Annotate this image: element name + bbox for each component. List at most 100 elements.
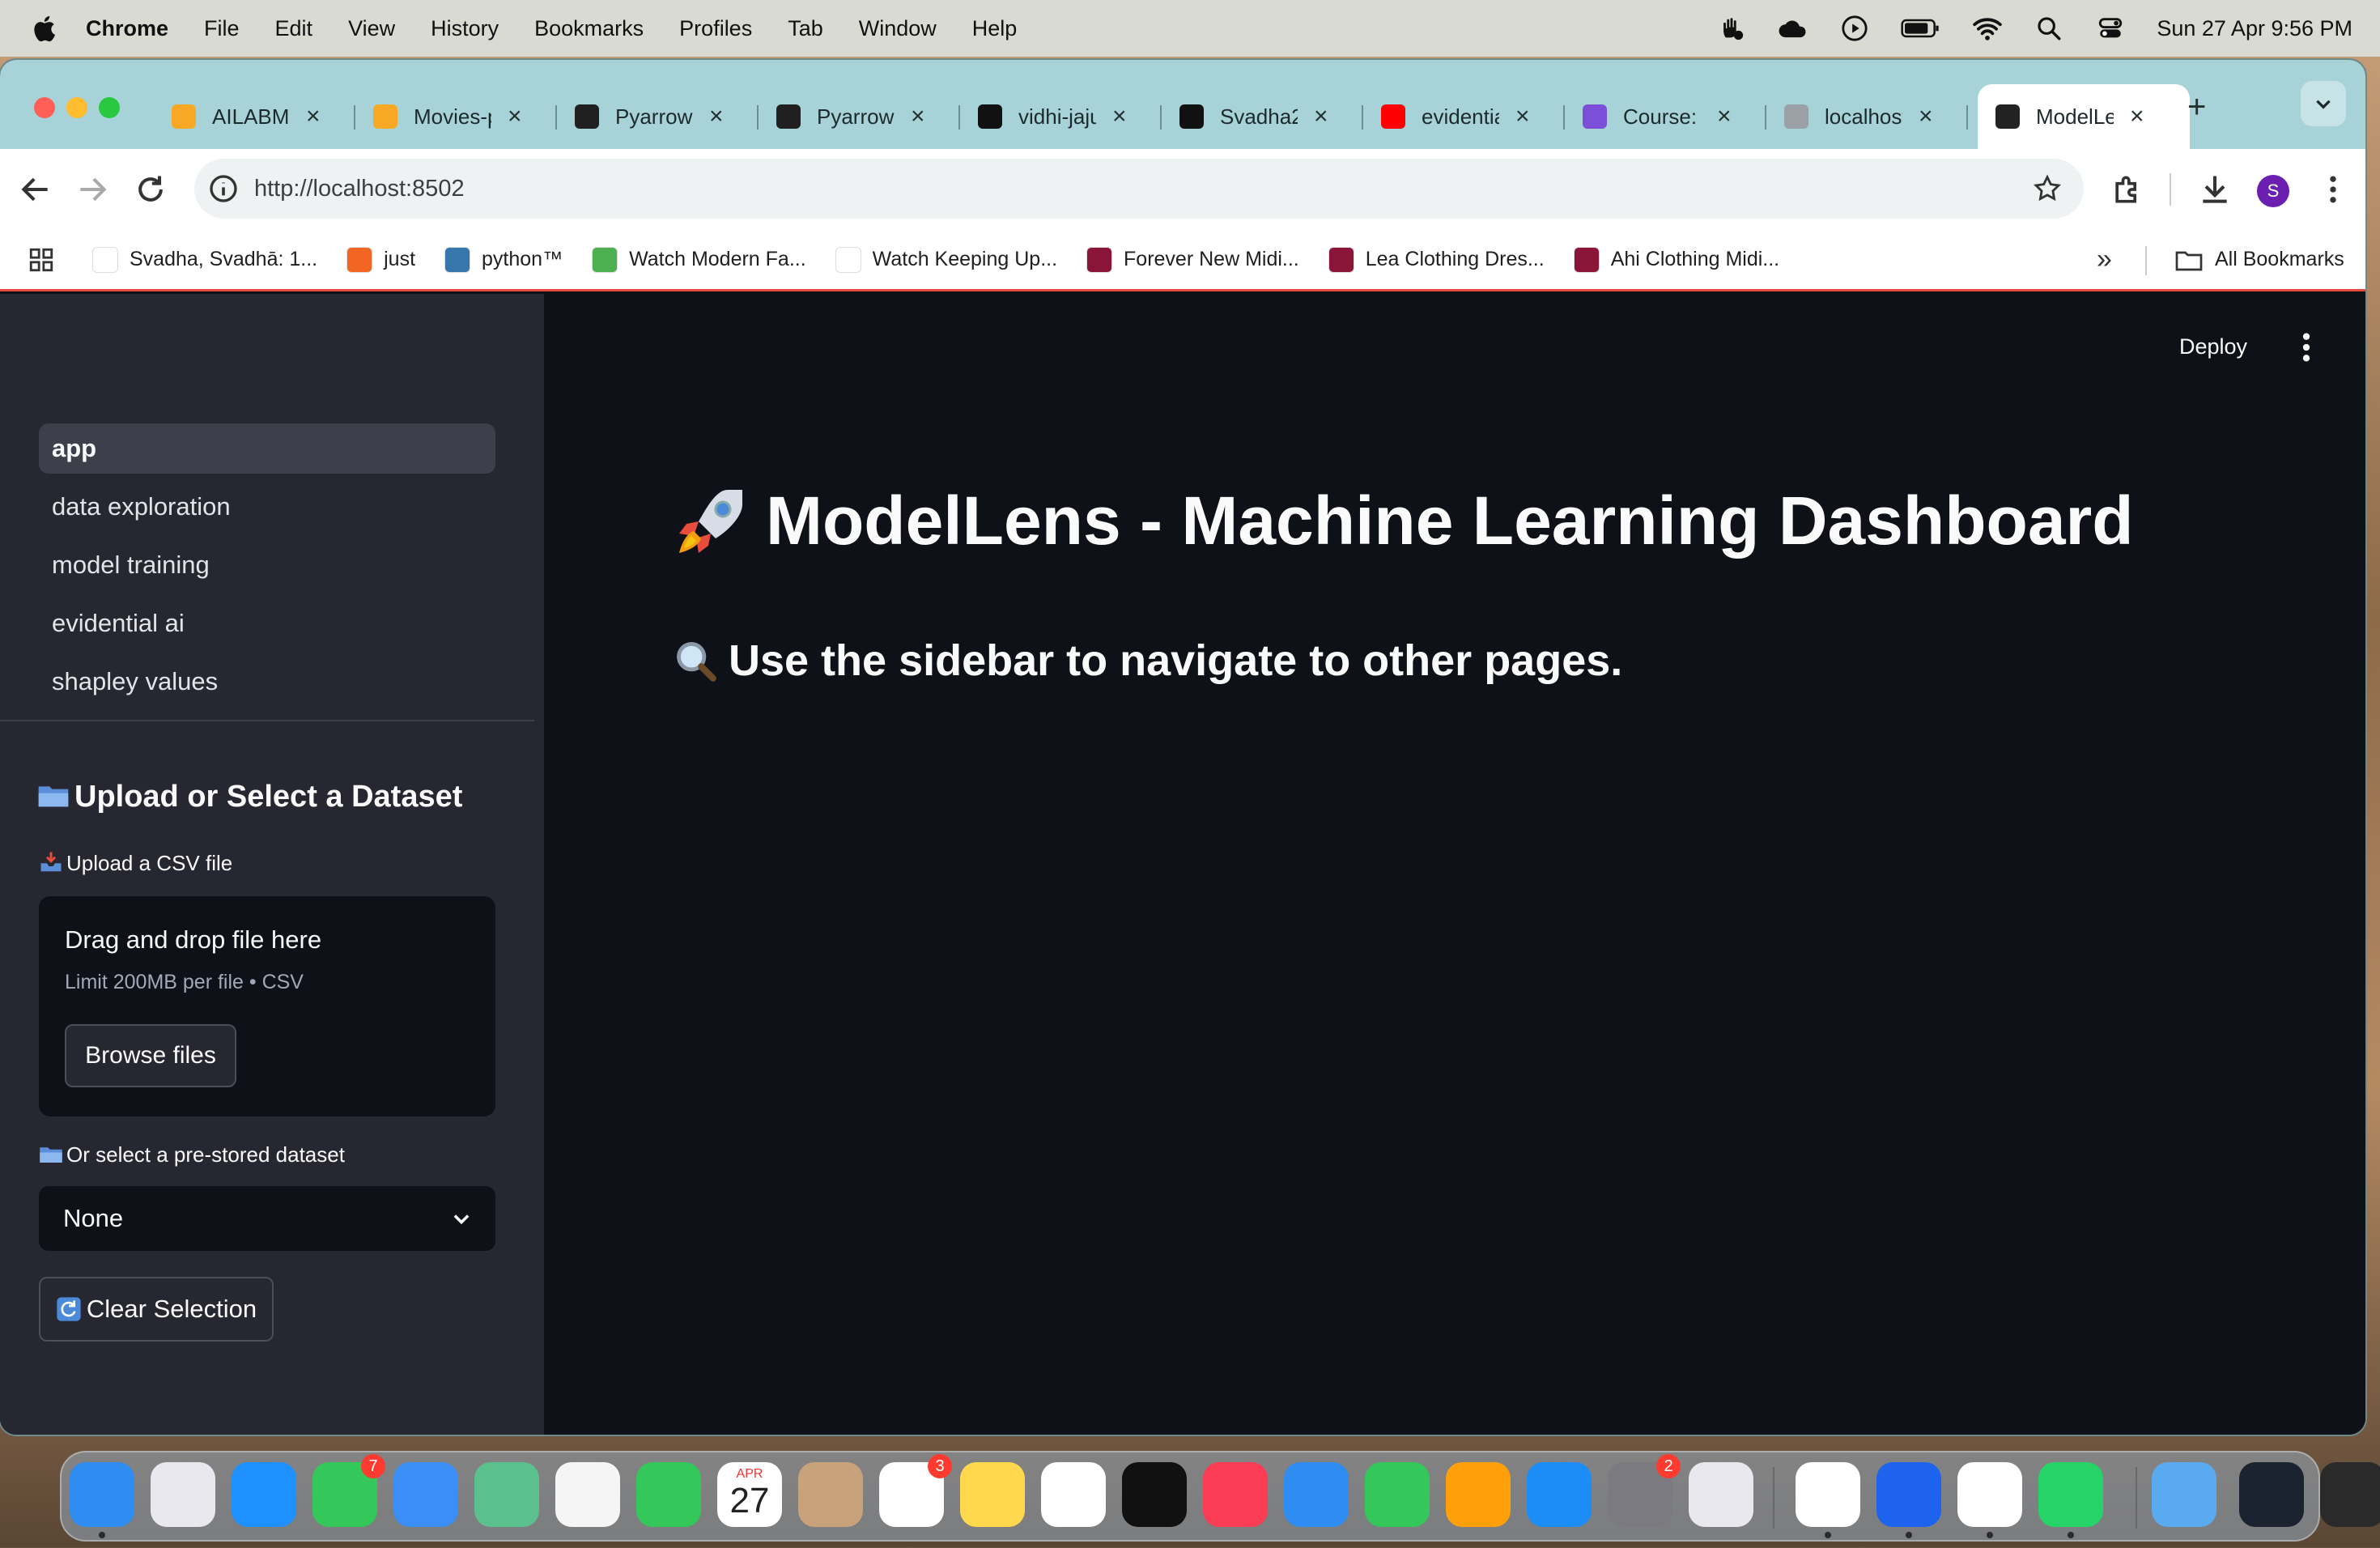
dock-safari-icon[interactable] — [232, 1462, 296, 1527]
sidebar-nav-shapley-values[interactable]: shapley values — [39, 657, 495, 707]
menu-tab[interactable]: Tab — [788, 16, 823, 41]
tab-close-icon[interactable]: × — [1112, 103, 1127, 130]
tab-vidhi-jaju[interactable]: vidhi-jaju × — [960, 84, 1162, 149]
more-vert-icon[interactable] — [2315, 172, 2351, 207]
sidebar-nav-data-exploration[interactable]: data exploration — [39, 482, 495, 532]
downloads-icon[interactable] — [2197, 172, 2233, 207]
dock-whatsapp-icon[interactable] — [2038, 1462, 2103, 1527]
tab-localhost[interactable]: localhost × — [1766, 84, 1968, 149]
dock-music-icon[interactable] — [1203, 1462, 1268, 1527]
tab-close-icon[interactable]: × — [1314, 103, 1328, 130]
window-minimize-button[interactable] — [66, 97, 87, 118]
reload-icon[interactable] — [133, 172, 168, 207]
dock-app-store-icon[interactable] — [1527, 1462, 1592, 1527]
dock-chrome-icon[interactable] — [1957, 1462, 2022, 1527]
tab-svadha29[interactable]: Svadha29 × — [1162, 84, 1363, 149]
hand-raised-icon[interactable] — [1716, 15, 1747, 42]
bookmark-item[interactable]: just — [346, 246, 415, 273]
browse-files-button[interactable]: Browse files — [65, 1024, 236, 1087]
bookmark-item[interactable]: Watch Modern Fa... — [592, 246, 806, 273]
dock-iphone-mirroring-icon[interactable] — [1689, 1462, 1753, 1527]
tab-close-icon[interactable]: × — [1717, 103, 1732, 130]
dock-window-preview-1-icon[interactable] — [2239, 1462, 2304, 1527]
bookmark-item[interactable]: Ahi Clothing Midi... — [1573, 246, 1779, 273]
tab-movies-p[interactable]: Movies-p × — [355, 84, 557, 149]
dock-pages-icon[interactable] — [1446, 1462, 1511, 1527]
dock-freeform-icon[interactable] — [1041, 1462, 1106, 1527]
extensions-puzzle-icon[interactable] — [2110, 172, 2145, 207]
bookmarks-overflow-chevron[interactable]: » — [2097, 244, 2112, 275]
deploy-button[interactable]: Deploy — [2179, 334, 2247, 359]
bookmark-item[interactable]: Lea Clothing Dres... — [1328, 246, 1545, 273]
icloud-icon[interactable] — [1778, 15, 1808, 42]
tab-pyarrow-h[interactable]: Pyarrow H × — [759, 84, 960, 149]
dock-window-preview-2-icon[interactable] — [2320, 1462, 2380, 1527]
apps-grid-icon[interactable] — [28, 246, 55, 274]
battery-icon[interactable] — [1901, 15, 1941, 42]
dock-contacts-icon[interactable] — [798, 1462, 863, 1527]
dock-facetime-icon[interactable] — [636, 1462, 701, 1527]
tab-close-icon[interactable]: × — [508, 103, 522, 130]
file-dropzone[interactable]: Drag and drop file here Limit 200MB per … — [39, 896, 495, 1116]
menu-bookmarks[interactable]: Bookmarks — [534, 16, 644, 41]
dock-system-settings-icon[interactable]: 2 — [1608, 1454, 1681, 1527]
back-arrow-icon[interactable] — [18, 172, 53, 207]
menu-window[interactable]: Window — [859, 16, 937, 41]
dock-launchpad-icon[interactable] — [151, 1462, 215, 1527]
clear-selection-button[interactable]: Clear Selection — [39, 1277, 274, 1342]
menu-edit[interactable]: Edit — [275, 16, 313, 41]
menu-profiles[interactable]: Profiles — [679, 16, 752, 41]
tab-evidential[interactable]: evidential × — [1363, 84, 1565, 149]
window-zoom-button[interactable] — [99, 97, 120, 118]
tab-pyarrow-h[interactable]: Pyarrow H × — [557, 84, 759, 149]
sidebar-nav-evidential-ai[interactable]: evidential ai — [39, 598, 495, 649]
wifi-icon[interactable] — [1972, 15, 2003, 42]
dock-numbers-icon[interactable] — [1365, 1462, 1430, 1527]
tab-ailabml[interactable]: AILABML × — [154, 84, 355, 149]
main-menu-kebab-icon[interactable] — [2301, 331, 2312, 364]
dock-finder-icon[interactable] — [70, 1462, 134, 1527]
menu-view[interactable]: View — [348, 16, 395, 41]
dock-notes-icon[interactable] — [960, 1462, 1025, 1527]
tab-modellen[interactable]: ModelLen × — [1978, 84, 2190, 149]
menu-help[interactable]: Help — [972, 16, 1018, 41]
dock-reminders-icon[interactable]: 3 — [879, 1454, 952, 1527]
tab-close-icon[interactable]: × — [911, 103, 925, 130]
dock-tv-icon[interactable] — [1122, 1462, 1187, 1527]
dock-calendar-icon[interactable]: APR 27 — [717, 1462, 782, 1527]
dock-photos-icon[interactable] — [555, 1462, 620, 1527]
menu-file[interactable]: File — [204, 16, 240, 41]
url-text[interactable]: http://localhost:8502 — [254, 176, 465, 202]
sidebar-nav-app[interactable]: app — [39, 423, 495, 474]
dock-maps-icon[interactable] — [474, 1462, 539, 1527]
dock-docker-icon[interactable] — [1876, 1462, 1941, 1527]
window-close-button[interactable] — [34, 97, 55, 118]
bookmark-item[interactable]: Forever New Midi... — [1086, 246, 1299, 273]
forward-arrow-icon[interactable] — [74, 172, 110, 207]
site-info-icon[interactable] — [207, 172, 240, 205]
bookmark-item[interactable]: Svadha, Svadhā: 1... — [92, 246, 317, 273]
tab-close-icon[interactable]: × — [306, 103, 321, 130]
bookmark-item[interactable]: Watch Keeping Up... — [835, 246, 1057, 273]
tab-close-icon[interactable]: × — [1919, 103, 1933, 130]
dock-vs-code-icon[interactable] — [1796, 1462, 1860, 1527]
address-bar[interactable]: http://localhost:8502 — [194, 159, 2084, 219]
play-circle-icon[interactable] — [1839, 15, 1870, 42]
menubar-clock[interactable]: Sun 27 Apr 9:56 PM — [2157, 16, 2352, 41]
tab-search-button[interactable] — [2301, 81, 2346, 126]
menu-history[interactable]: History — [431, 16, 499, 41]
new-tab-plus-icon[interactable]: + — [2187, 89, 2206, 125]
dock-messages-icon[interactable]: 7 — [312, 1454, 385, 1527]
sidebar-nav-model-training[interactable]: model training — [39, 540, 495, 590]
profile-avatar[interactable]: S — [2257, 175, 2289, 207]
bookmark-item[interactable]: python™ — [444, 246, 563, 273]
tab-course-c[interactable]: Course: C × — [1565, 84, 1766, 149]
control-center-icon[interactable] — [2095, 15, 2126, 42]
dataset-select[interactable]: None — [39, 1186, 495, 1251]
spotlight-search-icon[interactable] — [2034, 15, 2064, 42]
tab-close-icon[interactable]: × — [2130, 103, 2144, 130]
bookmark-star-icon[interactable] — [2032, 173, 2063, 204]
menu-app-name[interactable]: Chrome — [86, 16, 168, 41]
dock-mail-icon[interactable] — [393, 1462, 458, 1527]
tab-close-icon[interactable]: × — [1515, 103, 1530, 130]
